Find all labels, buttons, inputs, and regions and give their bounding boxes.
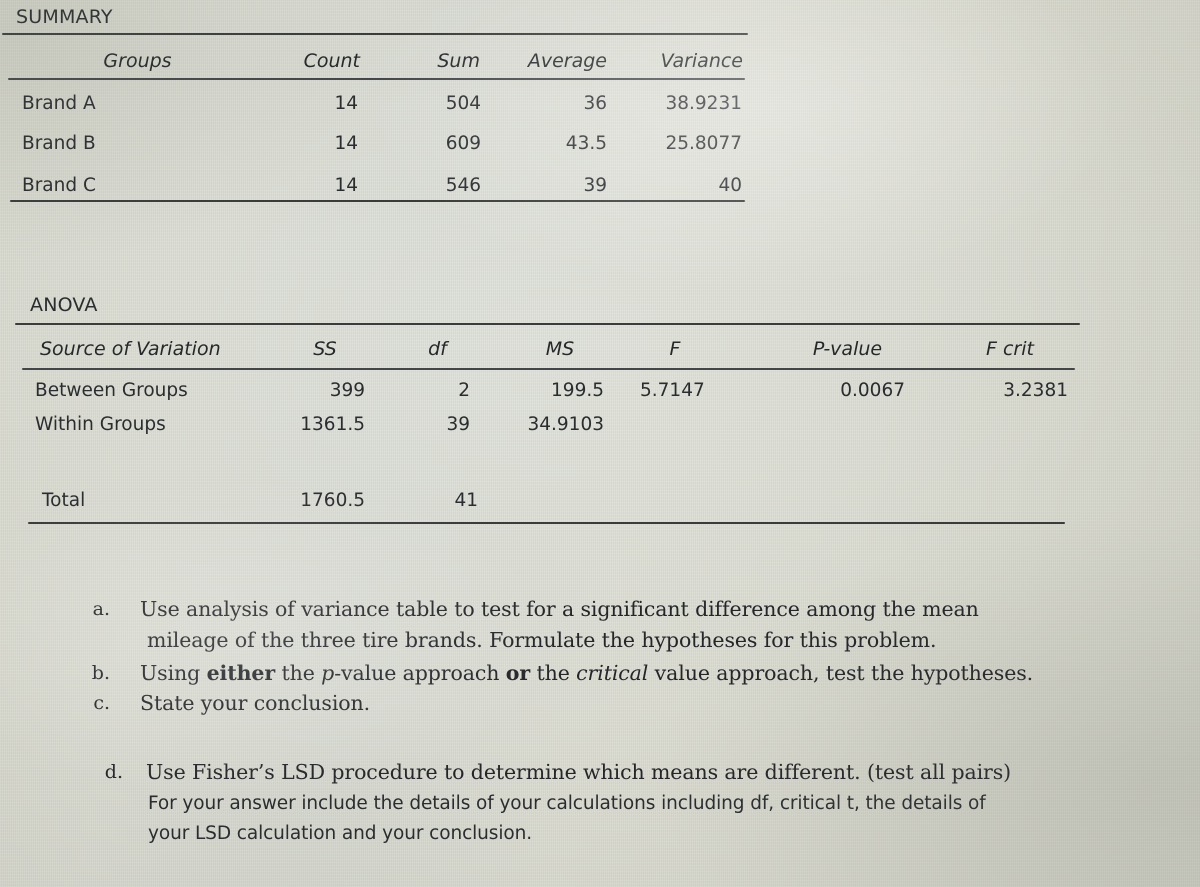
anova-header-f-crit: F crit xyxy=(986,338,1034,360)
summary-row-average: 39 xyxy=(583,175,607,196)
question-a-line-1: Use analysis of variance table to test f… xyxy=(140,597,979,621)
summary-row-sum: 504 xyxy=(445,93,481,114)
anova-header-ss: SS xyxy=(313,338,337,360)
summary-row-sum: 546 xyxy=(445,175,481,196)
anova-row-f-crit: 3.2381 xyxy=(1003,380,1068,401)
summary-bottom-rule xyxy=(10,200,745,202)
anova-header-df: df xyxy=(428,338,447,360)
summary-header-average: Average xyxy=(527,50,607,72)
question-marker-a: a. xyxy=(92,598,110,620)
anova-header-p-value: P-value xyxy=(812,338,883,360)
anova-section-label: ANOVA xyxy=(30,294,98,316)
anova-row-source: Within Groups xyxy=(35,414,166,435)
summary-header-count: Count xyxy=(303,50,360,72)
question-d-line-2: For your answer include the details of y… xyxy=(148,793,986,814)
anova-top-rule xyxy=(15,323,1080,325)
question-a-line-2: mileage of the three tire brands. Formul… xyxy=(147,628,937,652)
summary-header-rule xyxy=(8,78,745,80)
anova-row-ss: 1361.5 xyxy=(300,414,365,435)
anova-header-source: Source of Variation xyxy=(40,338,221,360)
summary-row-count: 14 xyxy=(334,175,358,196)
anova-row-p-value: 0.0067 xyxy=(840,380,905,401)
anova-row-df: 39 xyxy=(446,414,470,435)
summary-row-average: 36 xyxy=(583,93,607,114)
anova-row-ss: 399 xyxy=(329,380,365,401)
question-marker-d: d. xyxy=(104,761,123,783)
anova-header-f: F xyxy=(669,338,681,360)
summary-header-variance: Variance xyxy=(660,50,743,72)
question-marker-c: c. xyxy=(93,692,110,714)
summary-row-count: 14 xyxy=(334,93,358,114)
summary-header-groups: Groups xyxy=(103,50,172,72)
summary-row-group: Brand B xyxy=(22,133,96,154)
summary-row-variance: 40 xyxy=(718,175,742,196)
summary-header-sum: Sum xyxy=(437,50,480,72)
anova-total-df: 41 xyxy=(454,490,478,511)
question-d-line-3: your LSD calculation and your conclusion… xyxy=(148,823,533,844)
anova-row-source: Between Groups xyxy=(35,380,188,401)
anova-header-ms: MS xyxy=(545,338,575,360)
summary-row-sum: 609 xyxy=(445,133,481,154)
anova-row-f: 5.7147 xyxy=(640,380,705,401)
summary-row-group: Brand A xyxy=(22,93,96,114)
anova-bottom-rule xyxy=(28,522,1065,524)
summary-row-variance: 38.9231 xyxy=(665,93,742,114)
anova-header-rule xyxy=(22,368,1075,370)
anova-total-ss: 1760.5 xyxy=(300,490,365,511)
summary-top-rule xyxy=(2,33,748,35)
summary-row-count: 14 xyxy=(334,133,358,154)
summary-section-label: SUMMARY xyxy=(16,6,113,28)
anova-row-ms: 199.5 xyxy=(551,380,604,401)
question-b-line-1: Using either the p-value approach or the… xyxy=(140,661,1034,685)
summary-row-variance: 25.8077 xyxy=(665,133,742,154)
question-d-line-1: Use Fisher’s LSD procedure to determine … xyxy=(146,760,1012,784)
question-marker-b: b. xyxy=(91,662,110,684)
anova-row-ms: 34.9103 xyxy=(527,414,604,435)
summary-row-group: Brand C xyxy=(22,175,96,196)
anova-row-df: 2 xyxy=(458,380,470,401)
summary-row-average: 43.5 xyxy=(565,133,607,154)
anova-total-source: Total xyxy=(42,490,86,511)
question-c-line-1: State your conclusion. xyxy=(140,691,371,715)
